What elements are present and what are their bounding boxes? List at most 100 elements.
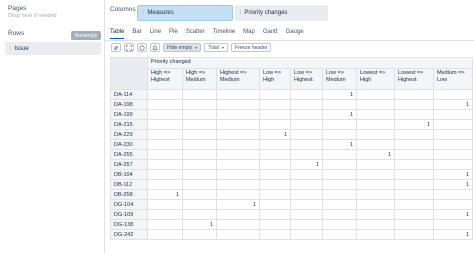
table-cell (182, 89, 217, 100)
table-cell (147, 209, 183, 220)
filter-button[interactable] (137, 43, 147, 52)
table-cell (216, 109, 260, 120)
results-table: Priority changed High => Highest High => … (110, 57, 473, 240)
drag-handle-icon[interactable]: ⁞ (10, 46, 11, 52)
highlight-button[interactable] (150, 43, 160, 52)
table-cell (433, 199, 473, 210)
swap-axes-button[interactable] (111, 43, 121, 52)
table-cell (182, 169, 217, 180)
row-header[interactable]: DA-215 (110, 119, 148, 130)
row-header[interactable]: DG-138 (110, 219, 148, 230)
row-header[interactable]: DA-229 (110, 129, 148, 140)
table-cell (394, 149, 434, 160)
row-header[interactable]: DA-114 (110, 89, 148, 100)
tab-map[interactable]: Map (243, 29, 255, 39)
row-header[interactable]: DB-112 (110, 179, 148, 190)
tab-pie[interactable]: Pie (169, 29, 178, 39)
table-cell: 1 (147, 189, 183, 200)
table-cell (259, 229, 291, 240)
table-cell (394, 229, 434, 240)
table-row: DB-104 1 (110, 169, 473, 180)
table-corner (110, 57, 148, 90)
row-header[interactable]: DA-230 (110, 139, 148, 150)
tab-line[interactable]: Line (150, 29, 161, 39)
table-cell (433, 139, 473, 150)
columns-label: Columns (110, 6, 136, 13)
results-table-wrap: Priority changed High => Highest High => … (110, 57, 473, 240)
table-cell: 1 (433, 169, 473, 180)
freeze-header-button[interactable]: Freeze header (230, 43, 272, 52)
row-header[interactable]: DG-109 (110, 209, 148, 220)
tab-table[interactable]: Table (110, 29, 125, 39)
table-cell (147, 149, 183, 160)
hide-empty-label: Hide empty (167, 44, 193, 51)
drag-handle-icon[interactable]: ⁞ (240, 10, 241, 16)
table-cell (290, 109, 323, 120)
table-cell (322, 199, 357, 210)
tab-scatter[interactable]: Scatter (186, 29, 205, 39)
row-header[interactable]: DA-199 (110, 109, 148, 120)
group-header: Priority changed (147, 57, 473, 69)
circle-icon (139, 44, 145, 51)
tab-gauge[interactable]: Gauge (286, 29, 304, 39)
column-header[interactable]: Low => Highest (290, 68, 323, 90)
row-header[interactable]: DA-255 (110, 149, 148, 160)
row-header[interactable]: DA-198 (110, 99, 148, 110)
total-label: Total (208, 44, 219, 51)
column-header[interactable]: High => Highest (147, 68, 183, 90)
table-cell (394, 99, 434, 110)
drag-handle-icon[interactable]: ⁞ (143, 10, 144, 16)
table-cell (356, 189, 395, 200)
row-header[interactable]: DB-104 (110, 169, 148, 180)
tab-timeline[interactable]: Timeline (213, 29, 235, 39)
table-cell (322, 149, 357, 160)
table-cell (356, 129, 395, 140)
table-cell (394, 129, 434, 140)
row-header[interactable]: DA-257 (110, 159, 148, 170)
total-dropdown[interactable]: Total ▾ (204, 43, 228, 52)
table-cell (259, 189, 291, 200)
column-header[interactable]: Highest => Medium (216, 68, 260, 90)
rows-chip-issue[interactable]: ⁞ Issue (5, 42, 101, 55)
table-cell (259, 99, 291, 110)
column-header[interactable]: Lowest => High (356, 68, 395, 90)
table-row: DA-198 1 (110, 99, 473, 110)
table-cell (259, 149, 291, 160)
column-header[interactable]: Low => High (259, 68, 291, 90)
column-header[interactable]: Medium => Low (433, 68, 473, 90)
table-cell (290, 199, 323, 210)
table-cell (216, 89, 260, 100)
table-cell (216, 159, 260, 170)
table-cell (322, 219, 357, 230)
table-cell (290, 139, 323, 150)
table-cell (356, 199, 395, 210)
table-cell (216, 209, 260, 220)
chip-label: Measures (147, 10, 174, 16)
row-header[interactable]: DB-258 (110, 189, 148, 200)
nonempty-toggle[interactable]: Nonempty (71, 31, 101, 40)
hide-empty-dropdown[interactable]: Hide empty ▾ (163, 43, 202, 52)
column-header[interactable]: High => Medium (182, 68, 217, 90)
tab-gantt[interactable]: Gantt (263, 29, 278, 39)
table-cell (322, 189, 357, 200)
table-cell (394, 219, 434, 230)
columns-chip-measures[interactable]: ⁞ Measures (137, 5, 233, 21)
pages-drop-zone[interactable]: Drag here if needed (8, 13, 57, 19)
table-cell (182, 149, 217, 160)
table-cell (394, 159, 434, 170)
expand-button[interactable] (124, 43, 134, 52)
table-cell (259, 219, 291, 230)
row-header[interactable]: DG-104 (110, 199, 148, 210)
columns-chip-priority-changes[interactable]: ⁞ Priority changes (235, 5, 328, 21)
table-cell (259, 119, 291, 130)
table-cell (394, 209, 434, 220)
tab-bar[interactable]: Bar (132, 29, 141, 39)
column-header[interactable]: Lowest => Highest (394, 68, 434, 90)
pages-label: Pages (8, 5, 27, 12)
table-cell (290, 99, 323, 110)
table-cell (322, 179, 357, 190)
row-header[interactable]: DG-242 (110, 229, 148, 240)
table-cell: 1 (182, 219, 217, 230)
column-header[interactable]: Low => Medium (322, 68, 357, 90)
table-cell (259, 159, 291, 170)
